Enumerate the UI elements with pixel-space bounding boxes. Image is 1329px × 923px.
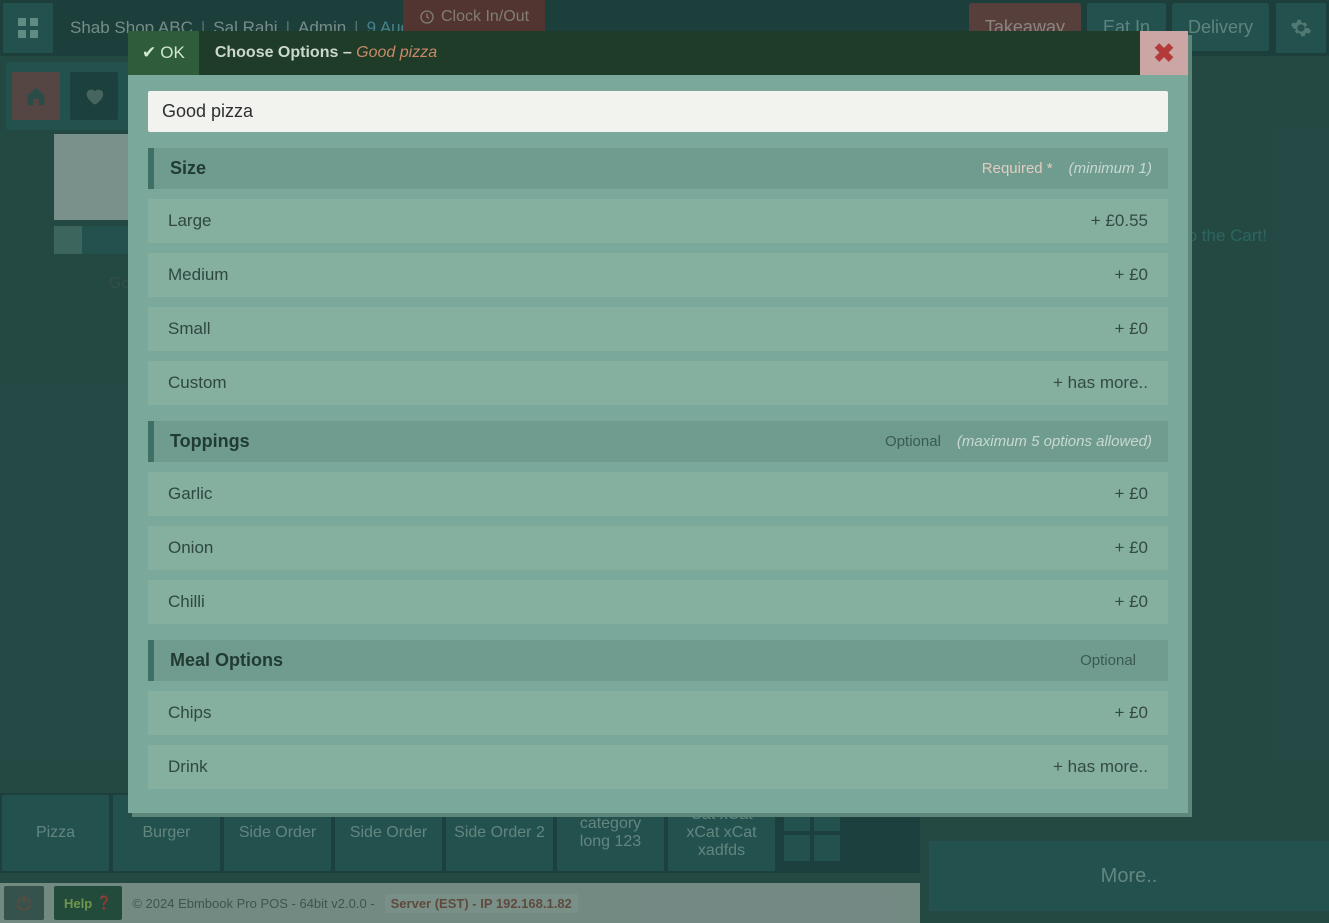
section-requirement: Required *: [982, 160, 1053, 177]
option-label: Chips: [168, 703, 211, 723]
option-section-meal: Meal Options Optional Chips + £0 Drink +…: [148, 640, 1168, 789]
option-price: + has more..: [1053, 373, 1148, 393]
option-row[interactable]: Drink + has more..: [148, 745, 1168, 789]
modal-header: ✔ OK Choose Options – Good pizza ✖: [128, 31, 1188, 75]
option-row[interactable]: Small + £0: [148, 307, 1168, 351]
option-price: + has more..: [1053, 757, 1148, 777]
option-label: Garlic: [168, 484, 212, 504]
option-row[interactable]: Chilli + £0: [148, 580, 1168, 624]
option-row[interactable]: Large + £0.55: [148, 199, 1168, 243]
option-label: Drink: [168, 757, 208, 777]
option-row[interactable]: Chips + £0: [148, 691, 1168, 735]
option-row[interactable]: Medium + £0: [148, 253, 1168, 297]
modal-title: Choose Options – Good pizza: [215, 44, 437, 62]
ok-button[interactable]: ✔ OK: [128, 31, 199, 75]
close-button[interactable]: ✖: [1140, 31, 1188, 75]
option-price: + £0: [1114, 703, 1148, 723]
option-price: + £0: [1114, 484, 1148, 504]
section-requirement: Optional: [1080, 652, 1136, 669]
option-label: Custom: [168, 373, 227, 393]
option-price: + £0: [1114, 319, 1148, 339]
option-label: Large: [168, 211, 211, 231]
option-row[interactable]: Garlic + £0: [148, 472, 1168, 516]
option-section-toppings: Toppings Optional (maximum 5 options all…: [148, 421, 1168, 624]
option-price: + £0: [1114, 538, 1148, 558]
options-modal: ✔ OK Choose Options – Good pizza ✖ Good …: [128, 31, 1188, 813]
option-price: + £0: [1114, 265, 1148, 285]
section-constraint: (minimum 1): [1069, 160, 1152, 177]
option-label: Chilli: [168, 592, 205, 612]
option-price: + £0.55: [1091, 211, 1148, 231]
option-row[interactable]: Custom + has more..: [148, 361, 1168, 405]
check-icon: ✔: [142, 43, 156, 63]
close-icon: ✖: [1153, 38, 1175, 69]
option-label: Small: [168, 319, 211, 339]
section-requirement: Optional: [885, 433, 941, 450]
item-name-bar: Good pizza: [148, 91, 1168, 132]
option-label: Medium: [168, 265, 228, 285]
option-row[interactable]: Onion + £0: [148, 526, 1168, 570]
section-title: Toppings: [170, 431, 250, 452]
section-constraint: (maximum 5 options allowed): [957, 433, 1152, 450]
section-title: Size: [170, 158, 206, 179]
section-title: Meal Options: [170, 650, 283, 671]
option-section-size: Size Required * (minimum 1) Large + £0.5…: [148, 148, 1168, 405]
option-price: + £0: [1114, 592, 1148, 612]
option-label: Onion: [168, 538, 213, 558]
